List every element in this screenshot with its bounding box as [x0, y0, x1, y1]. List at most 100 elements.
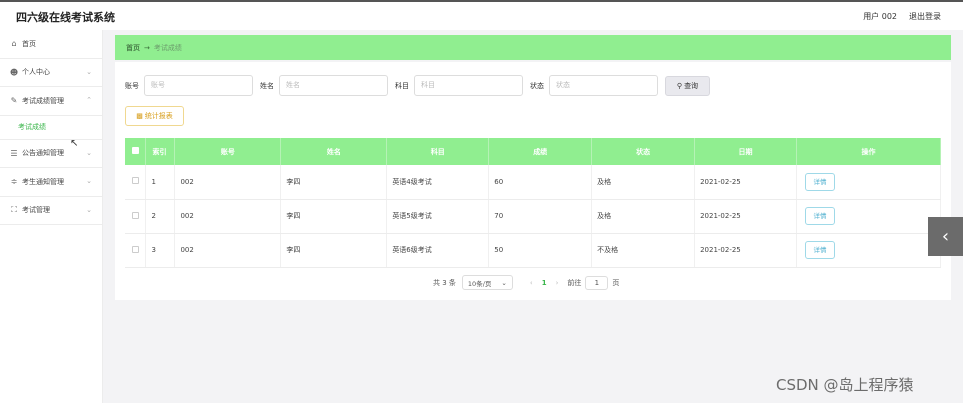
search-button-label: 查询 [684, 81, 699, 90]
bar-chart-icon: ▩ [136, 112, 143, 120]
column-header-status[interactable]: 状态 [591, 138, 696, 165]
logout-link[interactable]: 退出登录 [909, 11, 941, 22]
sidebar-item-label: 个人中心 [22, 68, 50, 77]
cell-action: 详情 [796, 165, 941, 200]
column-header-action: 操作 [796, 138, 941, 165]
page-size-value: 10条/页 [467, 279, 492, 288]
cell-account: 002 [174, 233, 282, 268]
sidebar-item-student-notice[interactable]: ≑ 考生通知管理 ⌄ [0, 168, 102, 197]
cell-index: 3 [145, 233, 176, 268]
chevron-down-icon: ⌄ [86, 148, 92, 157]
table-row: 3 002 李四 英语6级考试 50 不及格 2021-02-25 详情 [125, 233, 941, 268]
cell-subject: 英语4级考试 [386, 165, 490, 200]
cell-status: 不及格 [591, 233, 696, 268]
goto-label: 前往 [567, 278, 582, 287]
watermark: CSDN @岛上程序猿 [776, 376, 914, 394]
sidebar-item-notice-management[interactable]: ☰ 公告通知管理 ⌄ [0, 140, 102, 168]
status-input[interactable]: 状态 [549, 75, 658, 96]
sidebar-subitem-score[interactable]: 考试成绩 [0, 116, 102, 140]
sidebar-item-label: 考试管理 [22, 206, 50, 215]
select-all-checkbox[interactable] [125, 138, 147, 165]
status-label: 状态 [530, 81, 544, 90]
mouse-cursor-icon: ↖ [70, 138, 79, 149]
search-icon: ⚲ [676, 81, 683, 90]
cell-date: 2021-02-25 [694, 165, 798, 200]
page-unit-label: 页 [612, 278, 620, 287]
sidebar-item-exam-management[interactable]: ⛶ 考试管理 ⌄ [0, 197, 102, 225]
row-checkbox[interactable] [125, 199, 147, 234]
cell-name: 李四 [280, 233, 388, 268]
column-header-name[interactable]: 姓名 [280, 138, 388, 165]
chevron-left-icon[interactable]: ‹ [928, 217, 963, 256]
table-header-row: 索引 账号 姓名 科目 成绩 状态 日期 操作 [125, 138, 941, 165]
cell-score: 60 [488, 165, 593, 200]
name-input[interactable]: 姓名 [279, 75, 388, 96]
notice-icon: ☰ [10, 148, 18, 158]
score-icon: ✎ [10, 96, 18, 106]
subject-label: 科目 [395, 81, 409, 90]
prev-page-icon[interactable]: ‹ [530, 279, 533, 287]
sidebar-item-label: 首页 [22, 39, 36, 48]
sidebar-item-profile[interactable]: ☻ 个人中心 ⌄ [0, 59, 102, 87]
column-header-score[interactable]: 成绩 [488, 138, 593, 165]
chevron-up-icon: ⌃ [86, 96, 92, 104]
breadcrumb-current: 考试成绩 [153, 43, 182, 52]
settings-icon: ≑ [10, 177, 18, 187]
arrow-right-icon: → [144, 43, 150, 52]
sidebar-item-home[interactable]: ⌂ 首页 [0, 30, 102, 59]
statistics-report-button[interactable]: ▩ 统计报表 [125, 106, 184, 126]
breadcrumb-home[interactable]: 首页 [126, 43, 140, 53]
subject-input[interactable]: 科目 [414, 75, 523, 96]
cell-account: 002 [174, 199, 282, 234]
cell-status: 及格 [591, 199, 696, 234]
cell-subject: 英语5级考试 [386, 199, 490, 234]
total-count: 共 3 条 [433, 278, 456, 287]
row-checkbox[interactable] [125, 233, 147, 268]
search-form: 账号 账号 姓名 姓名 科目 科目 状态 状态 ⚲ 查询 [125, 75, 710, 96]
cell-index: 1 [145, 165, 176, 200]
cell-subject: 英语6级考试 [386, 233, 490, 268]
sidebar-item-score-management[interactable]: ✎ 考试成绩管理 ⌃ [0, 87, 102, 116]
page-number-current[interactable]: 1 [542, 279, 547, 287]
score-table: 索引 账号 姓名 科目 成绩 状态 日期 操作 1 002 李四 英语4级考试 … [125, 138, 941, 268]
column-header-date[interactable]: 日期 [694, 138, 798, 165]
exam-icon: ⛶ [11, 205, 17, 215]
table-row: 2 002 李四 英语5级考试 70 及格 2021-02-25 详情 [125, 199, 941, 234]
username: 用户 002 [863, 12, 897, 21]
sidebar-item-label: 考生通知管理 [22, 177, 64, 186]
next-page-icon[interactable]: › [556, 279, 559, 287]
column-header-account[interactable]: 账号 [174, 138, 282, 165]
cell-name: 李四 [280, 165, 388, 200]
column-header-index: 索引 [145, 138, 176, 165]
home-icon: ⌂ [11, 39, 17, 49]
column-header-subject[interactable]: 科目 [386, 138, 490, 165]
user-icon: ☻ [9, 67, 19, 77]
table-row: 1 002 李四 英语4级考试 60 及格 2021-02-25 详情 [125, 165, 941, 200]
breadcrumb: 首页 → 考试成绩 [115, 35, 951, 60]
account-label: 账号 [125, 81, 139, 90]
page-size-select[interactable]: 10条/页 ⌄ [461, 275, 513, 290]
top-right-links: 用户 002 退出登录 [863, 11, 941, 22]
cell-account: 002 [174, 165, 282, 200]
cell-status: 及格 [591, 165, 696, 200]
cell-date: 2021-02-25 [694, 233, 798, 268]
top-bar: 四六级在线考试系统 用户 002 退出登录 [0, 0, 963, 30]
account-input[interactable]: 账号 [144, 75, 253, 96]
detail-button[interactable]: 详情 [805, 207, 836, 225]
row-checkbox[interactable] [125, 165, 147, 200]
cell-name: 李四 [280, 199, 388, 234]
detail-button[interactable]: 详情 [805, 172, 836, 191]
app-title: 四六级在线考试系统 [16, 11, 115, 24]
report-button-label: 统计报表 [144, 112, 173, 120]
content-panel: 账号 账号 姓名 姓名 科目 科目 状态 状态 ⚲ 查询 ▩ 统计报表 索引 账… [115, 62, 951, 300]
search-button[interactable]: ⚲ 查询 [665, 75, 710, 96]
cell-index: 2 [145, 199, 176, 234]
chevron-down-icon: ⌄ [501, 278, 507, 287]
sidebar-item-label: 公告通知管理 [22, 149, 64, 158]
detail-button[interactable]: 详情 [805, 241, 836, 259]
chevron-down-icon: ⌄ [86, 67, 92, 76]
goto-page-input[interactable]: 1 [585, 275, 609, 290]
cell-score: 50 [488, 233, 593, 268]
sidebar: ⌂ 首页 ☻ 个人中心 ⌄ ✎ 考试成绩管理 ⌃ 考试成绩 ☰ 公告通知管理 ⌄… [0, 30, 103, 403]
cell-score: 70 [488, 199, 593, 234]
